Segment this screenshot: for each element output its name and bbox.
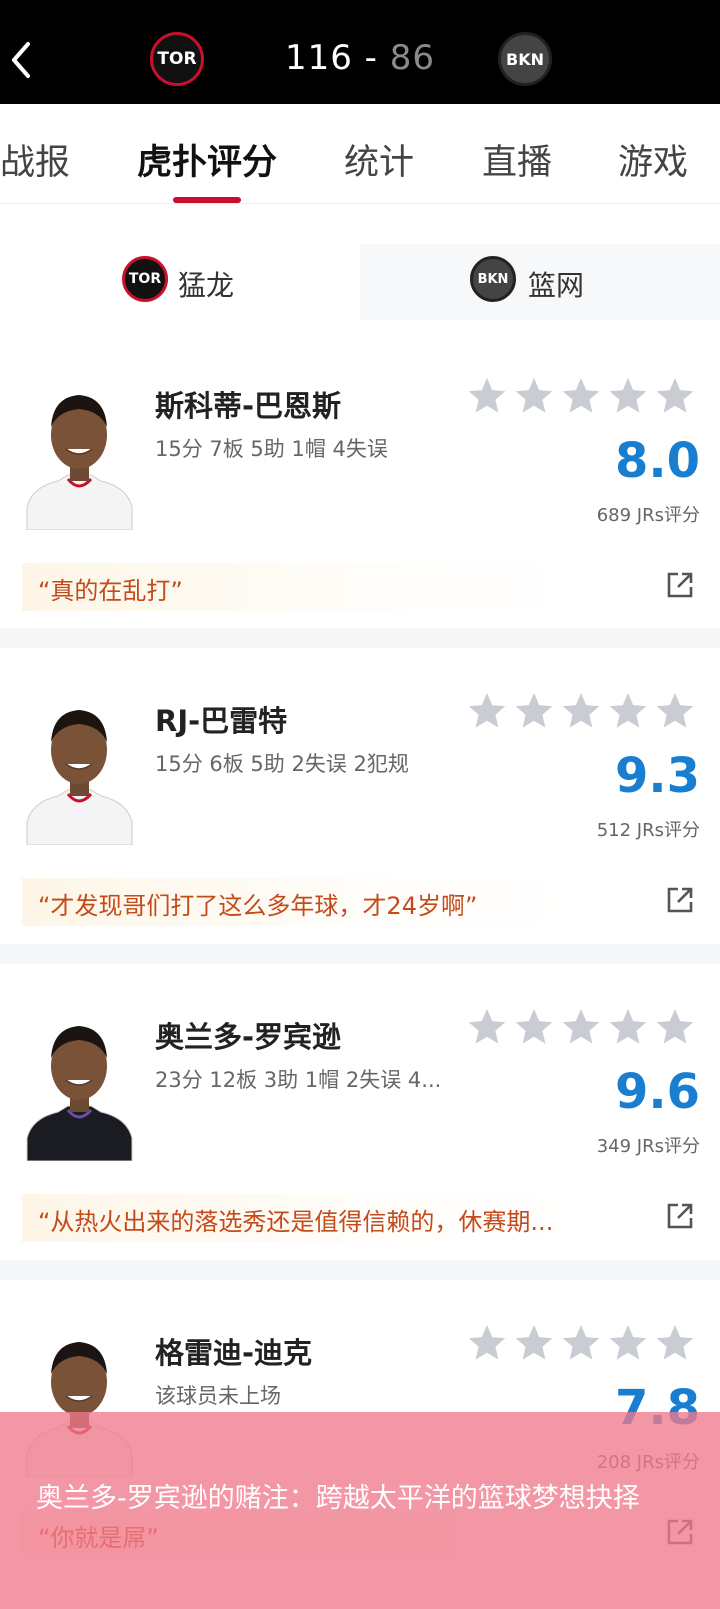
raptors-logo: TOR [122,256,168,302]
rating-votes: 689 JRs评分 [596,505,700,526]
scoreline: 116 - 86 [0,38,720,78]
tab-stats[interactable]: 统计 [344,134,414,185]
team-toggle-nets[interactable]: BKN 篮网 [360,244,720,320]
active-tab-indicator [173,197,241,203]
share-external-icon [667,572,693,598]
star-icon[interactable] [560,690,602,732]
player-name[interactable]: 斯科蒂-巴恩斯 [155,383,341,425]
player-name[interactable]: RJ-巴雷特 [155,698,287,740]
score-separator: - [364,38,378,78]
player-card[interactable]: 斯科蒂-巴恩斯 15分 7板 5助 1帽 4失误 8.0 689 JRs评分 “真的在乱… [0,333,720,628]
player-name[interactable]: 奥兰多-罗宾逊 [155,1014,341,1056]
star-icon[interactable] [513,1322,555,1364]
away-team-abbr: BKN [506,49,544,69]
rating-votes: 349 JRs评分 [596,1136,700,1157]
nets-abbr: BKN [477,271,509,287]
star-icon[interactable] [607,1006,649,1048]
star-icon[interactable] [513,375,555,417]
team-switch: TOR 猛龙 BKN 篮网 [0,244,720,320]
player-rating: 8.0 [614,433,700,489]
tab-report[interactable]: 战报 [0,134,70,185]
share-external-icon [667,887,693,913]
share-button[interactable] [664,1200,696,1232]
player-stats: 15分 6板 5助 2失误 2犯规 [155,752,409,776]
away-team-logo[interactable]: BKN [498,32,552,86]
star-icon[interactable] [513,1006,555,1048]
player-name[interactable]: 格雷迪-迪克 [155,1330,312,1372]
nets-logo: BKN [470,256,516,302]
player-card[interactable]: RJ-巴雷特 15分 6板 5助 2失误 2犯规 9.3 512 JRs评分 “才发现哥… [0,648,720,943]
star-icon[interactable] [654,375,696,417]
home-score: 116 [284,38,353,78]
star-icon[interactable] [466,1006,508,1048]
rating-stars[interactable] [466,690,706,736]
raptors-abbr: TOR [128,271,162,287]
player-stats: 该球员未上场 [155,1384,281,1408]
star-icon[interactable] [560,375,602,417]
star-icon[interactable] [513,690,555,732]
raptors-name: 猛龙 [178,269,235,302]
share-external-icon [667,1203,693,1229]
rating-stars[interactable] [466,375,706,421]
caption-text: 奥兰多-罗宾逊的赌注：跨越太平洋的篮球梦想抉择 [36,1483,640,1514]
player-rating: 9.6 [614,1064,700,1120]
rating-stars[interactable] [466,1006,706,1052]
rating-votes: 512 JRs评分 [596,820,700,841]
tab-hupu-rating[interactable]: 虎扑评分 [137,134,277,185]
share-button[interactable] [664,884,696,916]
player-avatar[interactable] [22,375,137,530]
star-icon[interactable] [607,375,649,417]
top-comment[interactable]: “才发现哥们打了这么多年球，才24岁啊” [38,886,477,921]
tab-bar: 战报 虎扑评分 统计 直播 游戏 [0,104,720,204]
star-icon[interactable] [607,1322,649,1364]
team-toggle-raptors[interactable]: TOR 猛龙 [0,244,360,320]
player-card[interactable]: 奥兰多-罗宾逊 23分 12板 3助 1帽 2失误 4... 9.6 349 JRs评… [0,964,720,1259]
player-rating: 9.3 [614,748,700,804]
star-icon[interactable] [560,1322,602,1364]
star-icon[interactable] [466,1322,508,1364]
star-icon[interactable] [607,690,649,732]
top-comment[interactable]: “从热火出来的落选秀还是值得信赖的，休赛期... [38,1202,553,1237]
star-icon[interactable] [466,375,508,417]
player-avatar[interactable] [22,690,137,845]
star-icon[interactable] [654,1322,696,1364]
tab-game[interactable]: 游戏 [618,134,688,185]
nets-name: 篮网 [528,269,585,302]
game-header: TOR 116 - 86 BKN [0,0,720,104]
player-avatar[interactable] [22,1006,137,1161]
away-score: 86 [389,38,436,78]
star-icon[interactable] [654,1006,696,1048]
star-icon[interactable] [654,690,696,732]
top-comment[interactable]: “真的在乱打” [38,571,183,606]
rating-stars[interactable] [466,1322,706,1368]
tab-live[interactable]: 直播 [482,134,552,185]
star-icon[interactable] [466,690,508,732]
share-button[interactable] [664,569,696,601]
star-icon[interactable] [560,1006,602,1048]
player-stats: 15分 7板 5助 1帽 4失误 [155,437,388,461]
player-stats: 23分 12板 3助 1帽 2失误 4... [155,1068,442,1092]
